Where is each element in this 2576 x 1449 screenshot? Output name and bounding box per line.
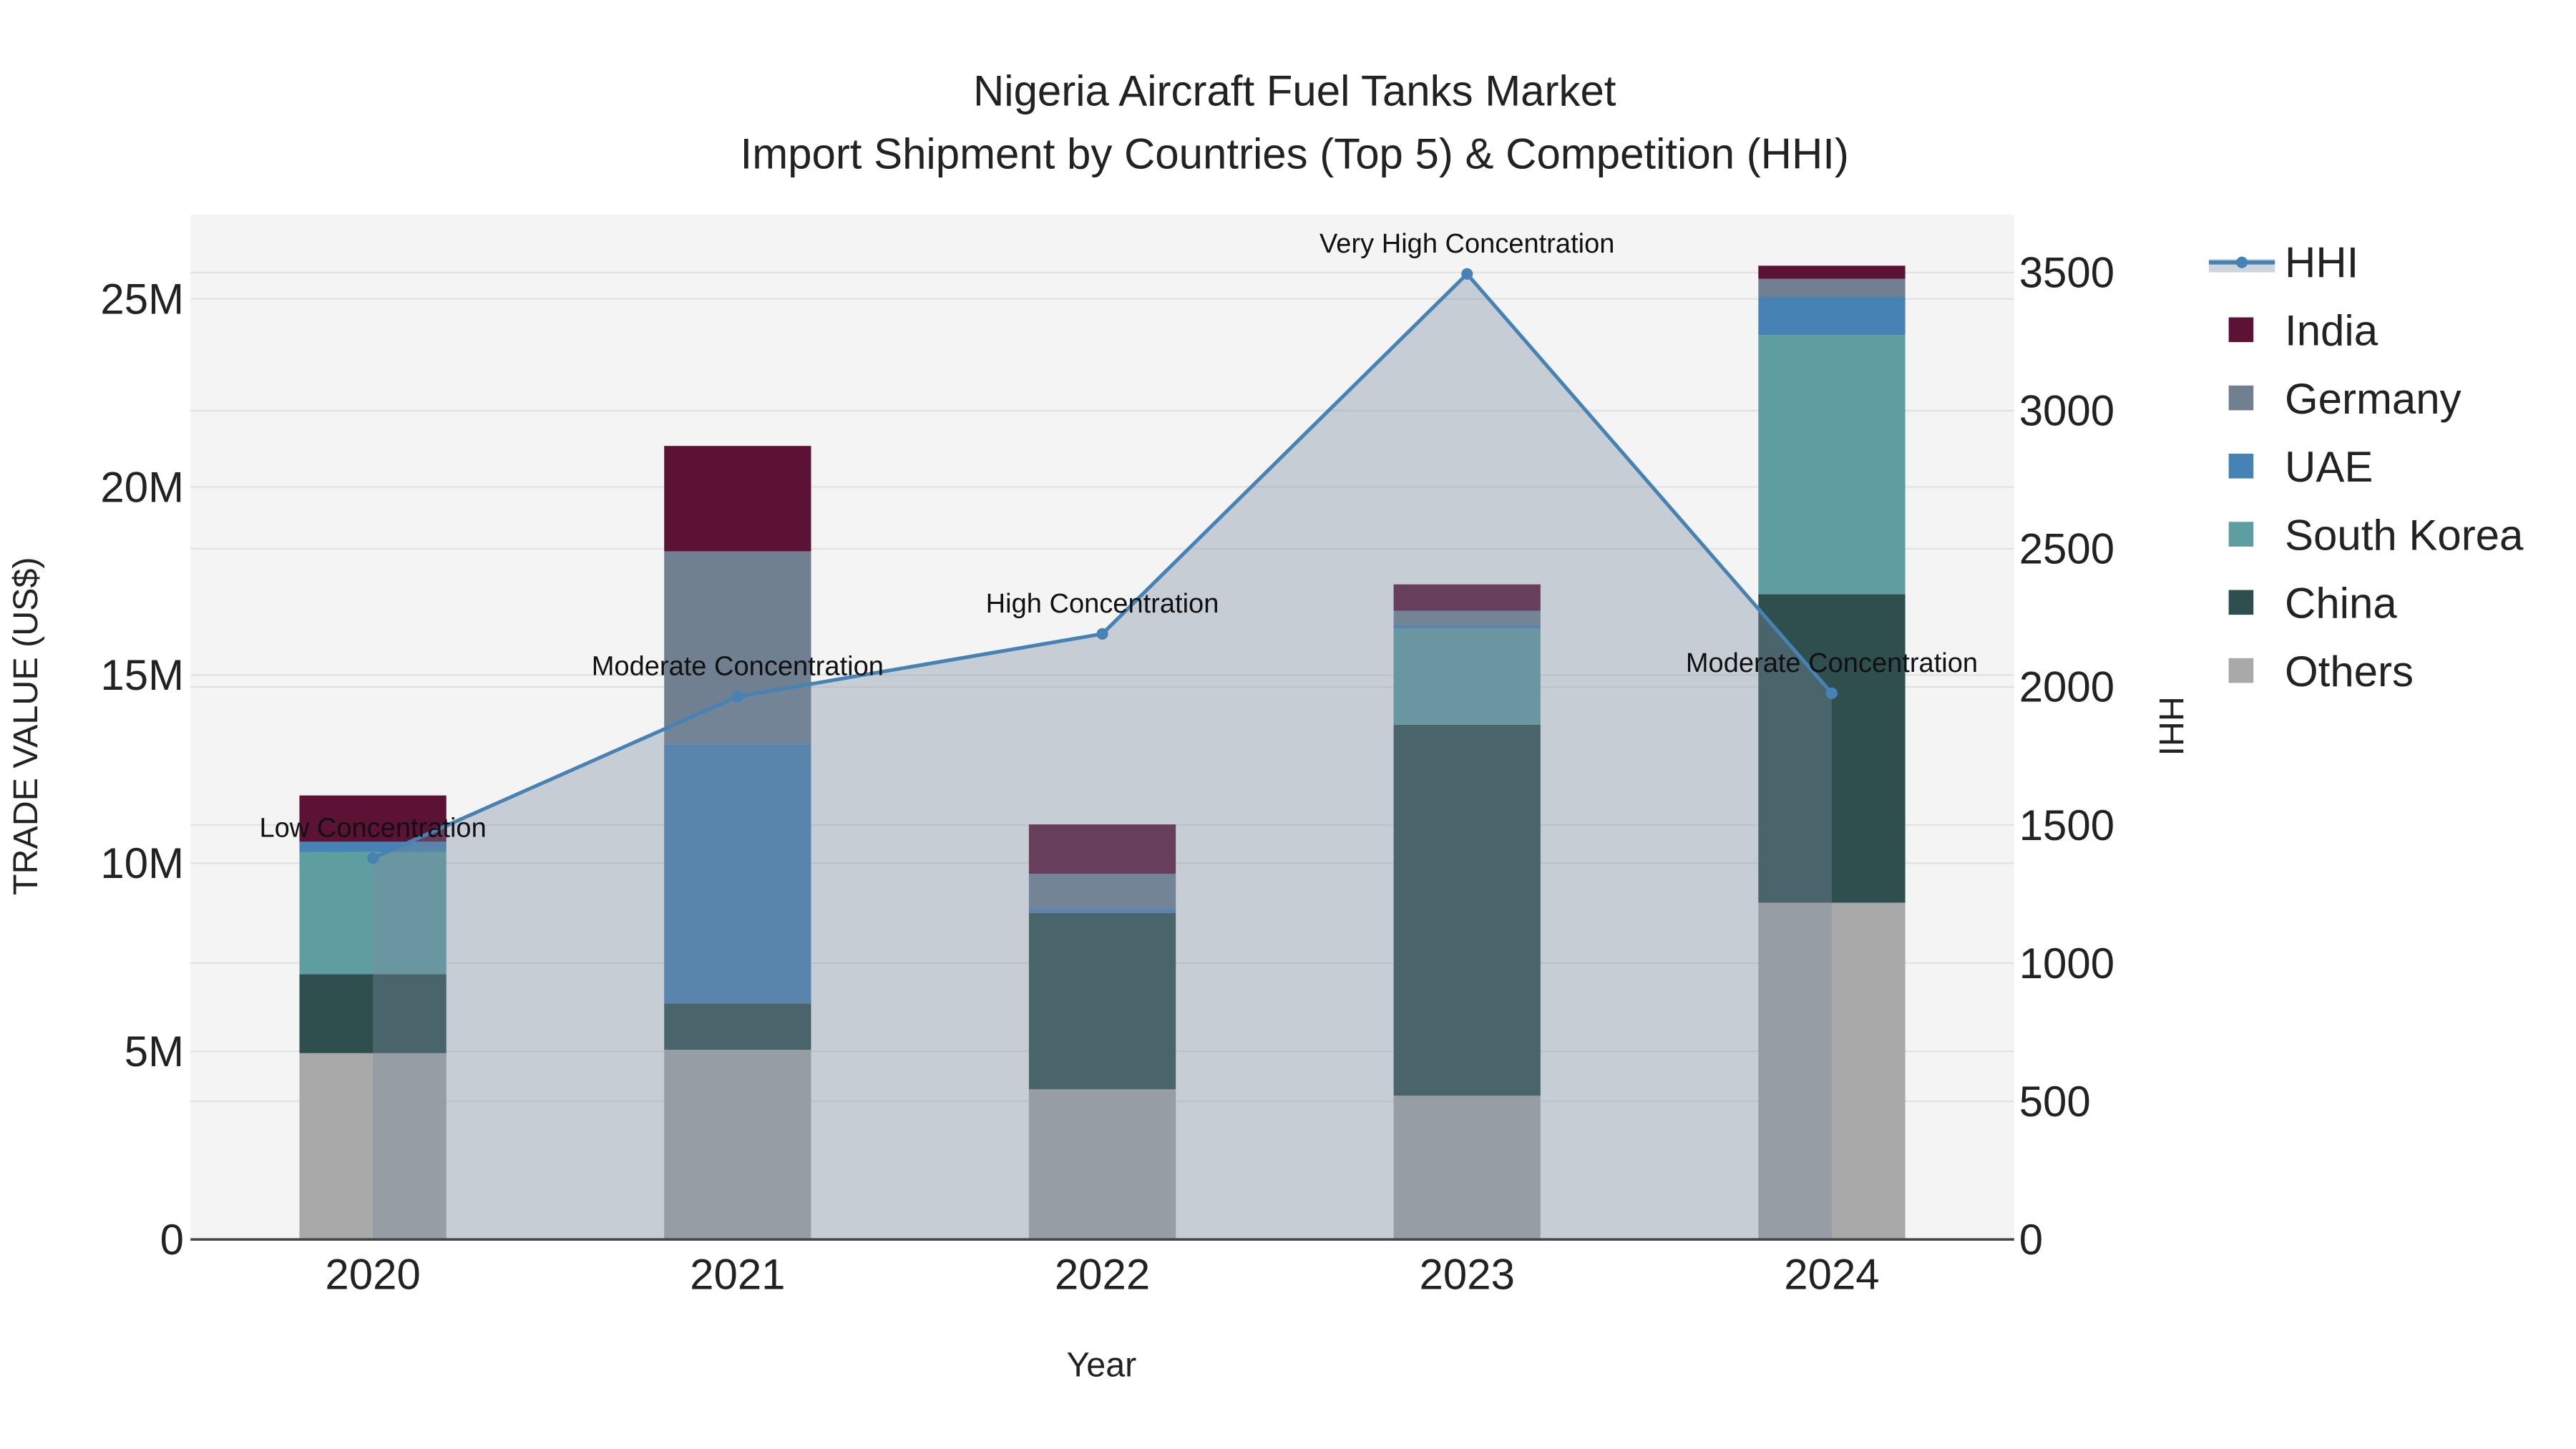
legend-swatch (2228, 317, 2254, 343)
legend-label: UAE (2285, 443, 2373, 491)
chart-subtitle: Import Shipment by Countries (Top 5) & C… (741, 130, 1849, 177)
hhi-point-2020 (367, 852, 379, 864)
bar-india-2021 (664, 446, 811, 552)
hhi-annotation: Very High Concentration (1319, 229, 1614, 259)
y-tick-label: 10M (100, 839, 184, 887)
y-tick-label: 15M (100, 651, 184, 699)
x-tick-label: 2021 (690, 1250, 785, 1298)
hhi-point-2023 (1461, 268, 1473, 280)
legend-label: South Korea (2285, 511, 2524, 559)
legend-label: China (2285, 580, 2397, 628)
y-tick-label: 25M (100, 275, 184, 323)
hhi-point-2021 (731, 691, 743, 703)
bar-south-korea-2024 (1758, 335, 1906, 595)
x-tick-label: 2020 (325, 1250, 420, 1298)
chart: Low Concentration Moderate Concentration H… (1, 0, 2575, 1449)
y2-tick-label: 3500 (2019, 249, 2114, 297)
y2-tick-label: 3000 (2019, 387, 2114, 435)
legend-swatch-marker (2236, 256, 2248, 268)
y2-axis-label: HHI (2152, 696, 2190, 756)
y2-tick-label: 0 (2019, 1216, 2043, 1264)
bar-india-2024 (1758, 265, 1906, 279)
hhi-annotation: Moderate Concentration (592, 652, 884, 682)
x-tick-label: 2022 (1055, 1250, 1150, 1298)
legend-swatch (2228, 658, 2254, 683)
legend-label: HHI (2285, 238, 2358, 286)
y-tick-label: 5M (125, 1028, 184, 1075)
hhi-annotation: Low Concentration (259, 813, 486, 843)
bar-uae-2024 (1758, 297, 1906, 336)
bar-germany-2024 (1758, 278, 1906, 298)
y-tick-label: 0 (160, 1216, 184, 1264)
x-tick-label: 2024 (1784, 1250, 1879, 1298)
y2-tick-label: 2000 (2019, 663, 2114, 711)
y2-tick-label: 500 (2019, 1078, 2091, 1126)
hhi-annotation: High Concentration (986, 589, 1219, 619)
legend-label: India (2285, 307, 2379, 355)
x-axis-label: Year (1066, 1346, 1136, 1385)
chart-container: Low Concentration Moderate Concentration H… (0, 0, 2576, 1449)
legend-label: Germany (2285, 375, 2462, 423)
y-axis-label: TRADE VALUE (US$) (6, 557, 45, 895)
y-tick-label: 20M (100, 463, 184, 511)
legend-swatch (2228, 385, 2254, 411)
legend-swatch (2228, 590, 2254, 615)
hhi-annotation: Moderate Concentration (1686, 648, 1978, 678)
legend-label: Others (2285, 648, 2414, 696)
legend-swatch (2228, 522, 2254, 547)
x-tick-label: 2023 (1420, 1250, 1515, 1298)
hhi-point-2024 (1825, 687, 1838, 699)
legend-swatch (2228, 454, 2254, 479)
chart-title: Nigeria Aircraft Fuel Tanks Market (973, 67, 1616, 115)
hhi-point-2022 (1096, 628, 1108, 640)
y2-tick-label: 2500 (2019, 525, 2114, 573)
y2-tick-label: 1000 (2019, 940, 2114, 987)
y2-tick-label: 1500 (2019, 801, 2114, 849)
